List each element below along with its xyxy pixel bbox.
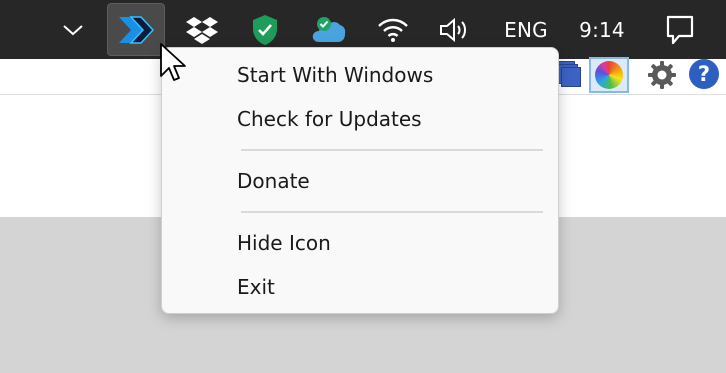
color-picker-button[interactable] [589,57,629,93]
menu-separator [241,211,543,213]
menu-item-hide-icon[interactable]: Hide Icon [162,223,558,263]
menu-item-label: Start With Windows [237,63,434,87]
menu-item-exit[interactable]: Exit [162,267,558,307]
menu-item-label: Hide Icon [237,231,331,255]
mouse-cursor-icon [159,42,189,90]
menu-item-start-with-windows[interactable]: Start With Windows [162,55,558,95]
clock[interactable]: 9:14 [573,0,631,59]
gear-icon[interactable] [646,59,678,91]
app-chevron-logo-icon[interactable] [112,0,160,59]
menu-item-label: Check for Updates [237,107,422,131]
menu-item-label: Exit [237,275,275,299]
menu-separator [241,149,543,151]
chevron-up-icon[interactable] [58,0,88,59]
menu-item-check-for-updates[interactable]: Check for Updates [162,99,558,139]
language-label: ENG [504,17,548,42]
tray-context-menu: Start With Windows Check for Updates Don… [161,47,559,314]
color-wheel-icon [595,61,623,89]
help-icon[interactable]: ? [689,59,719,89]
help-glyph: ? [697,62,711,86]
menu-item-donate[interactable]: Donate [162,161,558,201]
notification-icon[interactable] [662,0,698,59]
clock-time: 9:14 [579,17,625,42]
menu-item-label: Donate [237,169,310,193]
